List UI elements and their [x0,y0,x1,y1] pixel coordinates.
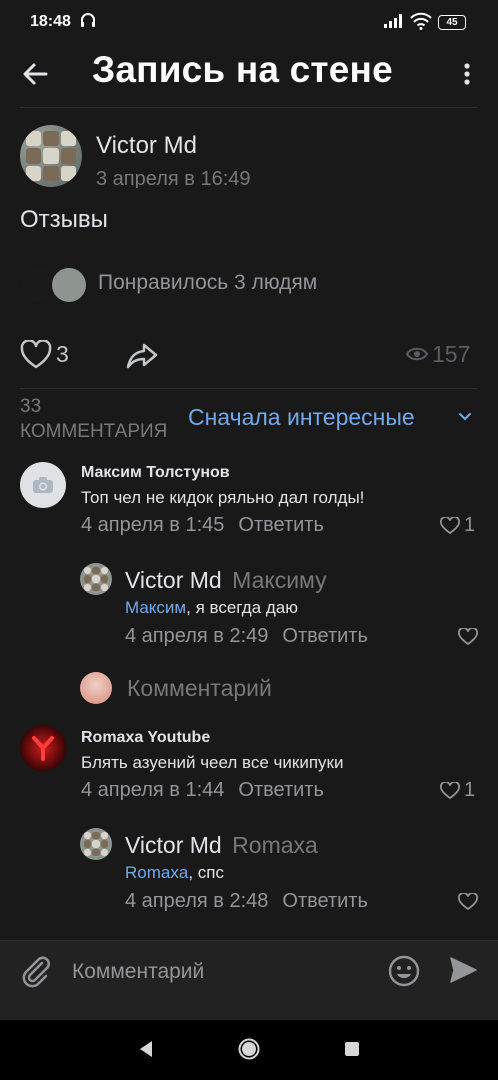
status-bar: 18:48 45 [0,0,498,44]
signal-icon [384,14,402,28]
eye-icon [406,347,428,361]
comment-date: 4 апреля в 1:45 [81,514,225,536]
sort-selector[interactable]: Сначала интересные [188,404,415,431]
reply-button[interactable]: Ответить [238,514,324,536]
reply-to[interactable]: Максиму [232,567,326,593]
reply-avatar[interactable] [80,828,112,860]
views-count: 157 [432,341,471,367]
avatar [50,266,88,304]
more-vertical-icon[interactable] [456,58,478,90]
comment-like-count: 1 [464,779,476,801]
comment-meta: 4 апреля в 1:44 Ответить [81,779,324,802]
reply-meta: 4 апреля в 2:48 Ответить [125,890,368,913]
reply-header: Victor Md Romaxa [125,832,318,859]
like-count: 3 [56,341,69,367]
back-arrow-icon[interactable] [20,58,52,90]
reply-date: 4 апреля в 2:49 [125,625,269,647]
comment-meta: 4 апреля в 1:45 Ответить [81,514,324,537]
reply-date: 4 апреля в 2:48 [125,890,269,912]
battery-indicator: 45 [438,15,466,30]
comment-text: Блять азуений чеел все чикипуки [81,753,344,772]
liked-by-text[interactable]: Понравилось 3 людям [98,271,317,295]
reply-text: Максим, я всегда даю [125,598,298,617]
reply-to[interactable]: Romaxa [232,832,318,858]
comment-author[interactable]: Максим Толстунов [81,464,230,482]
commenter-avatar[interactable] [20,462,66,508]
heart-icon[interactable] [440,517,460,535]
mention-link[interactable]: Максим [125,598,186,617]
inline-comment-input[interactable]: Комментарий [127,675,272,702]
reply-author[interactable]: Victor Md [125,832,222,858]
reply-button[interactable]: Ответить [282,890,368,912]
comment-like-count: 1 [464,514,476,536]
reply-button[interactable]: Ответить [238,779,324,801]
comment-date: 4 апреля в 1:44 [81,779,225,801]
nav-back-icon[interactable] [138,1040,154,1058]
reply-meta: 4 апреля в 2:49 Ответить [125,625,368,648]
post-date: 3 апреля в 16:49 [96,168,251,188]
post-author[interactable]: Victor Md [96,132,197,160]
nav-recents-icon[interactable] [345,1042,359,1056]
headphones-icon [81,13,95,27]
author-avatar[interactable] [20,125,82,187]
heart-icon[interactable] [440,782,460,800]
comment-author[interactable]: Romaxa Youtube [81,729,210,747]
reply-avatar[interactable] [80,563,112,595]
divider [20,388,478,389]
share-icon[interactable] [126,340,158,370]
heart-icon[interactable] [458,893,478,911]
likers-avatars[interactable] [20,266,88,304]
heart-icon[interactable] [20,340,52,370]
commenter-avatar[interactable] [20,725,66,771]
camera-icon [33,477,53,493]
my-avatar [80,672,112,704]
status-time: 18:48 [30,13,71,30]
paperclip-icon[interactable] [20,954,52,988]
comments-count: 33 КОММЕНТАРИЯ [20,396,168,442]
wifi-icon [410,12,432,30]
page-title: Запись на стене [92,49,393,90]
reply-button[interactable]: Ответить [282,625,368,647]
comment-text: Топ чел не кидок ряльно дал голды! [81,488,365,507]
reply-header: Victor Md Максиму [125,567,327,594]
reply-author[interactable]: Victor Md [125,567,222,593]
letter-y-logo [32,736,54,761]
divider [20,107,478,108]
reply-text: Romaxa, спс [125,863,224,882]
nav-home-icon[interactable] [238,1038,260,1060]
chevron-down-icon[interactable] [458,410,472,424]
post-text: Отзывы [20,206,108,233]
mention-link[interactable]: Romaxa [125,863,188,882]
heart-icon[interactable] [458,628,478,646]
comment-input[interactable]: Комментарий [72,960,204,984]
send-icon[interactable] [448,955,478,985]
smile-icon[interactable] [388,955,420,987]
